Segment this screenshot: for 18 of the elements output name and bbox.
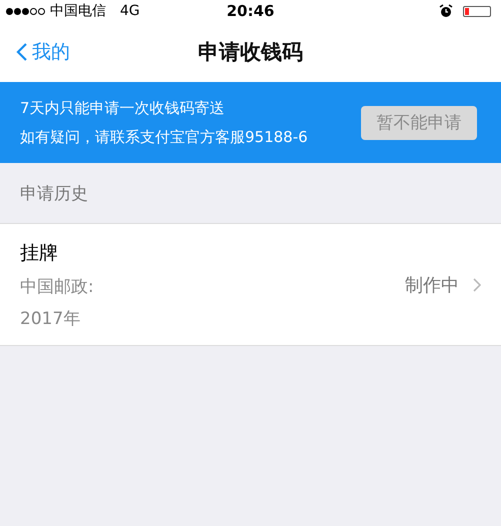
network-type: 4G <box>120 3 140 19</box>
clock-time: 20:46 <box>226 2 274 20</box>
signal-icon <box>6 8 45 14</box>
item-status: 制作中 <box>405 274 459 296</box>
notice-text: 7天内只能申请一次收钱码寄送 <box>20 98 226 118</box>
chevron-icon <box>473 278 481 292</box>
battery-icon <box>463 6 491 16</box>
section-header: 申请历史 <box>20 182 88 204</box>
alarm-clock-icon <box>439 4 453 18</box>
back-chevron-icon <box>16 42 28 62</box>
back-button[interactable]: 我的 <box>0 39 70 65</box>
item-detail: 中国邮政: <box>20 276 95 298</box>
notice-text: 如有疑问，请联系支付宝官方客服95188-6 <box>20 128 309 146</box>
item-title: 挂牌 <box>20 240 59 266</box>
item-date: 2017年 <box>20 308 82 330</box>
history-row[interactable]: 挂牌 中国邮政: 2017年 制作中 <box>0 224 501 346</box>
page-title: 申请收钱码 <box>198 39 303 66</box>
carrier-name: 中国电信 <box>50 2 106 20</box>
